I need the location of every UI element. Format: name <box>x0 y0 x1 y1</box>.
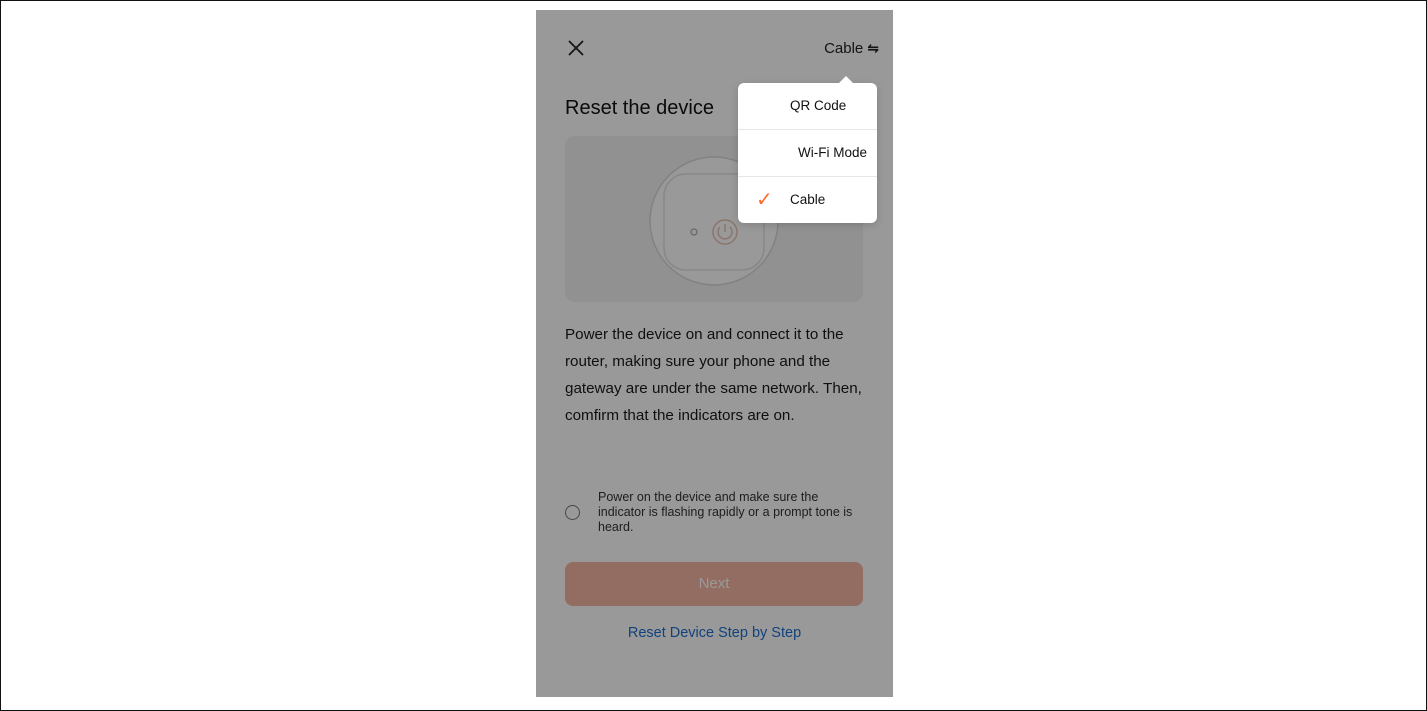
menu-item-label: Cable <box>790 192 826 207</box>
popover-caret <box>839 76 853 83</box>
menu-item-label: Wi-Fi Mode <box>797 145 867 160</box>
menu-item-qr-code[interactable]: QR Code <box>738 83 877 129</box>
menu-item-wifi-mode[interactable]: Wi-Fi Mode <box>738 129 877 176</box>
phone-screen: Cable ⇋ Reset the device Power the devic… <box>536 10 893 697</box>
menu-item-cable[interactable]: ✓ Cable <box>738 176 877 223</box>
menu-item-label: QR Code <box>790 98 847 113</box>
checkmark-icon: ✓ <box>756 189 773 211</box>
screenshot-frame: Cable ⇋ Reset the device Power the devic… <box>0 0 1427 711</box>
connection-mode-menu: QR Code Wi-Fi Mode ✓ Cable <box>738 76 877 223</box>
